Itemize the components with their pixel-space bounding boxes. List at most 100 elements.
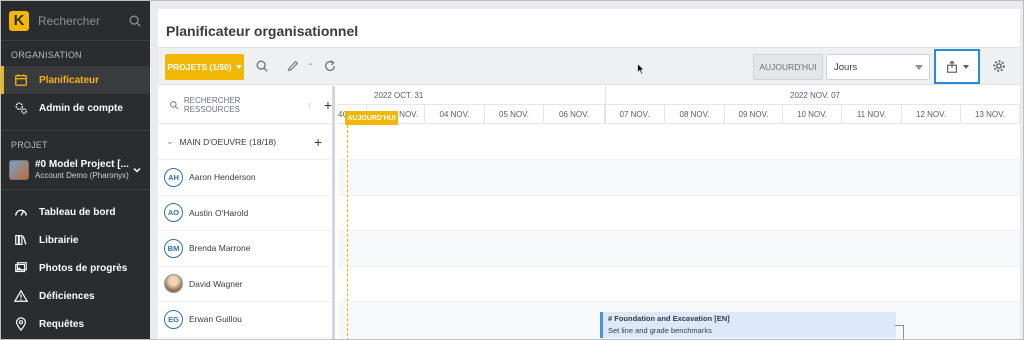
today-marker: AUJOURD'HUI — [345, 111, 398, 125]
toolbar: PROJETS (1/50) - AUJOURD'HUI Jours — [158, 47, 1020, 85]
today-line — [347, 125, 348, 339]
search-icon — [170, 100, 178, 109]
timeline-row — [338, 231, 1020, 267]
timeline-day-header: 4O NOV. 04 NOV. 05 NOV. 06 NOV. 07 NOV. … — [338, 105, 1020, 124]
project-account: Account Demo (Pharonyx) — [35, 171, 129, 180]
day-cell: 11 NOV. — [842, 105, 902, 124]
resources-panel: RECHERCHER RESSOURCES ↑ + ⌄ MAIN D'OEUVR… — [158, 86, 335, 339]
export-button[interactable] — [934, 49, 980, 84]
day-cell: 06 NOV. — [544, 105, 605, 124]
search-icon[interactable] — [128, 14, 142, 28]
sidebar-search-input[interactable]: Rechercher — [38, 14, 128, 28]
project-name: #0 Model Project [... — [35, 159, 129, 170]
task-subtitle: Set line and grade benchmarks — [608, 326, 712, 335]
main-panel: Planificateur organisationnel PROJETS (1… — [158, 9, 1020, 339]
sidebar-item-deficiences[interactable]: Déficiences — [1, 282, 150, 310]
caret-down-icon — [915, 65, 923, 70]
dependency-connector — [895, 325, 904, 339]
add-group-member-icon[interactable]: + — [314, 134, 322, 150]
caret-down-icon — [963, 64, 969, 69]
section-projet-label: PROJET — [1, 130, 150, 150]
chevron-down-icon[interactable] — [132, 165, 142, 175]
view-select-value: Jours — [834, 61, 858, 73]
search-icon[interactable] — [255, 59, 269, 73]
resource-row[interactable]: EG Erwan Guillou — [158, 302, 332, 338]
page-title: Planificateur organisationnel — [166, 23, 359, 39]
avatar-photo — [164, 274, 183, 294]
add-resource-icon[interactable]: + — [324, 97, 332, 113]
sidebar-item-admin[interactable]: Admin de compte — [1, 94, 150, 122]
sidebar-item-dashboard[interactable]: Tableau de bord — [1, 198, 150, 226]
project-switcher[interactable]: #0 Model Project [... Account Demo (Phar… — [1, 150, 150, 190]
timeline-row — [338, 160, 1020, 196]
task-bar[interactable]: # Foundation and Excavation [EN] Set lin… — [600, 312, 896, 338]
sidebar-item-label: Librairie — [39, 234, 79, 246]
avatar: AO — [164, 203, 183, 223]
week-label: 2022 NOV. 07 — [790, 91, 840, 100]
resource-row[interactable]: AO Austin O'Harold — [158, 196, 332, 231]
sidebar-item-label: Planificateur — [39, 74, 100, 86]
sort-arrow-icon[interactable]: ↑ — [307, 100, 312, 110]
resource-search[interactable]: RECHERCHER RESSOURCES ↑ + — [158, 86, 332, 124]
day-cell: 07 NOV. — [605, 105, 665, 124]
app-frame: K Rechercher ORGANISATION Planificateur … — [0, 0, 1024, 340]
sidebar: K Rechercher ORGANISATION Planificateur … — [1, 1, 150, 339]
sidebar-item-library[interactable]: Librairie — [1, 226, 150, 254]
timeline-row — [338, 124, 1020, 160]
today-button[interactable]: AUJOURD'HUI — [753, 54, 823, 80]
section-organisation-label: ORGANISATION — [11, 50, 82, 60]
sidebar-header: K Rechercher — [1, 1, 150, 41]
task-title: # Foundation and Excavation [EN] — [608, 314, 730, 323]
day-cell: 08 NOV. — [665, 105, 725, 124]
gears-icon — [13, 100, 29, 116]
resource-name: Aaron Henderson — [189, 172, 256, 183]
avatar: EG — [164, 309, 183, 329]
day-cell: 10 NOV. — [783, 105, 842, 124]
app-logo[interactable]: K — [9, 10, 29, 31]
day-cell: 04 NOV. — [425, 105, 485, 124]
resource-group-label: MAIN D'OEUVRE (18/18) — [179, 136, 277, 147]
share-icon — [947, 60, 957, 73]
sidebar-item-photos[interactable]: Photos de progrès — [1, 254, 150, 282]
project-info: #0 Model Project [... Account Demo (Phar… — [35, 159, 132, 180]
resource-name: David Wagner — [189, 278, 243, 289]
resource-name: Austin O'Harold — [189, 207, 249, 218]
day-cell: 05 NOV. — [485, 105, 544, 124]
resource-row[interactable]: BM Brenda Marrone — [158, 231, 332, 267]
resource-name: Brenda Marrone — [189, 243, 251, 254]
timeline-row — [338, 196, 1020, 231]
mouse-cursor-icon — [637, 63, 645, 75]
calendar-icon — [13, 72, 29, 88]
projects-filter-label: PROJETS (1/50) — [167, 62, 232, 72]
gear-icon[interactable] — [992, 59, 1006, 73]
refresh-icon[interactable] — [323, 59, 337, 73]
projects-filter-button[interactable]: PROJETS (1/50) — [165, 54, 244, 80]
library-icon — [13, 232, 29, 248]
day-cell: 13 NOV. — [961, 105, 1020, 124]
sidebar-item-planificateur[interactable]: Planificateur — [1, 66, 150, 94]
sidebar-item-label: Tableau de bord — [39, 206, 116, 218]
timeline-week-header: 2022 OCT. 31 2022 NOV. 07 — [338, 86, 1020, 124]
view-select[interactable]: Jours — [826, 54, 930, 80]
sidebar-item-label: Admin de compte — [39, 102, 123, 114]
week-label: 2022 OCT. 31 — [374, 91, 424, 100]
day-cell: 09 NOV. — [725, 105, 783, 124]
timeline: 2022 OCT. 31 2022 NOV. 07 4O NOV. 04 NOV… — [338, 86, 1020, 339]
project-thumbnail — [9, 159, 29, 180]
photos-icon — [13, 260, 29, 276]
avatar: AH — [164, 167, 183, 187]
caret-down-icon — [235, 65, 242, 69]
pin-icon — [13, 316, 29, 332]
sidebar-item-requetes[interactable]: Requêtes — [1, 310, 150, 338]
chevron-down-icon[interactable]: ⌄ — [166, 136, 174, 147]
avatar: BM — [164, 238, 183, 258]
sidebar-item-label: Photos de progrès — [39, 262, 128, 274]
toolbar-separator: - — [309, 59, 313, 70]
resource-group-row[interactable]: ⌄ MAIN D'OEUVRE (18/18) + — [158, 124, 332, 160]
sidebar-item-label: Requêtes — [39, 318, 85, 330]
timeline-row — [338, 267, 1020, 302]
pencil-icon[interactable] — [286, 59, 300, 73]
resource-row[interactable]: David Wagner — [158, 267, 332, 302]
dashboard-icon — [13, 204, 29, 220]
resource-row[interactable]: AH Aaron Henderson — [158, 160, 332, 196]
